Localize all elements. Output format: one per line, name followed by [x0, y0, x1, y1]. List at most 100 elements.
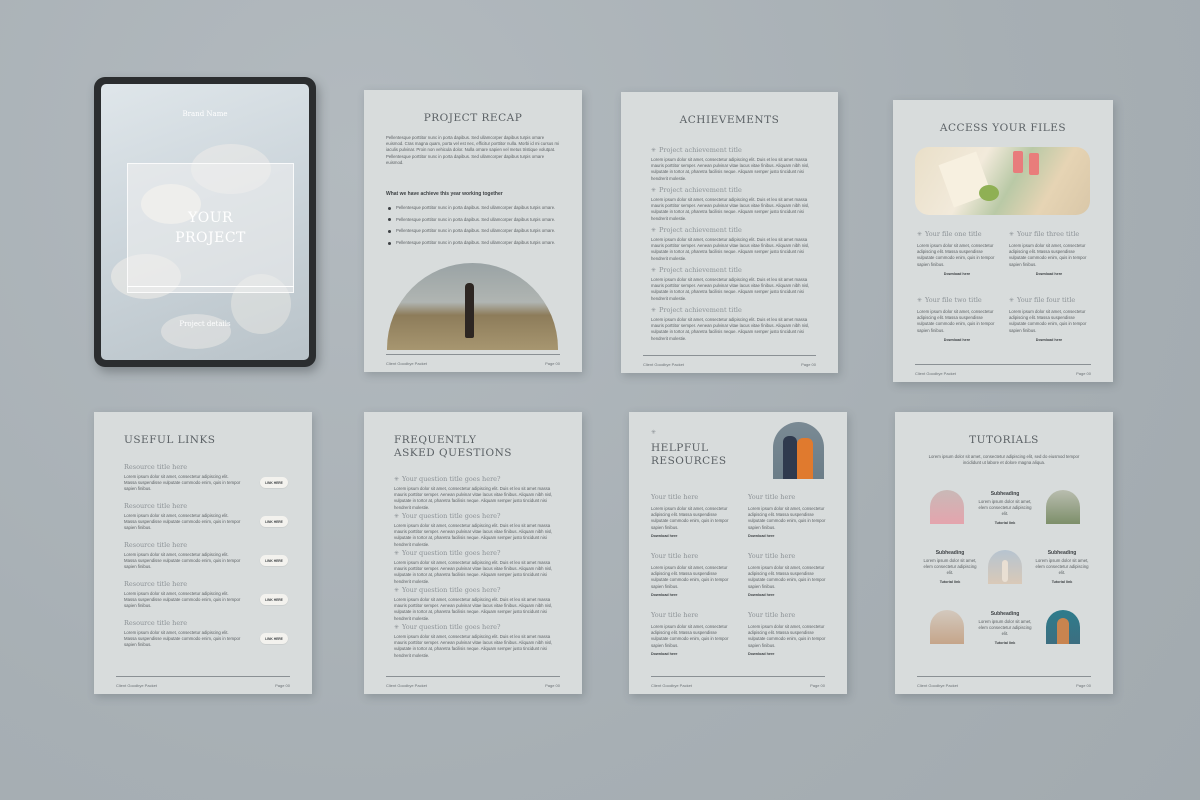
links-list: Resource title here Lorem ipsum dolor sit… [124, 463, 288, 658]
sparkle-icon: ✳ [1009, 297, 1015, 304]
tutorial-card: Subheading Lorem ipsum dolor sit amet, e… [978, 491, 1032, 525]
project-details: Project details [179, 320, 231, 328]
page-helpful-resources: ✳ HELPFUL RESOURCES Your title here Lore… [629, 412, 847, 694]
tutorial-link[interactable]: Tutorial link [923, 580, 977, 584]
hands-photo [930, 610, 964, 644]
plant-photo [1046, 490, 1080, 524]
bullet-icon [388, 241, 391, 245]
sparkle-icon: ✳ [651, 267, 657, 274]
download-link[interactable]: Download here [651, 652, 729, 656]
sparkle-icon: ✳ [651, 187, 657, 194]
page-faq: FREQUENTLY ASKED QUESTIONS ✳ Your questio… [364, 412, 582, 694]
list-item: Resource title here Lorem ipsum dolor sit… [124, 580, 288, 619]
page-title: USEFUL LINKS [124, 434, 216, 446]
sparkle-icon: ✳ [651, 227, 657, 234]
cover-title: YOUR PROJECT [128, 208, 293, 248]
cover-title-line1: YOUR [187, 210, 234, 226]
list-item: Pellentesque porttitor nunc in porta dap… [388, 228, 562, 234]
resource-card: Your title here Lorem ipsum dolor sit am… [748, 493, 826, 538]
page-title: PROJECT RECAP [423, 112, 523, 124]
list-item: Resource title here Lorem ipsum dolor sit… [124, 541, 288, 580]
tutorial-card: Subheading Lorem ipsum dolor sit amet, e… [978, 611, 1032, 645]
page-title: ACCESS YOUR FILES [939, 122, 1067, 134]
page-footer: Client Goodbye Packet Page 00 [386, 676, 560, 688]
link-button[interactable]: LINK HERE [260, 594, 288, 605]
tutorials-intro: Lorem ipsum dolor sit amet, consectetur … [928, 454, 1080, 466]
sparkle-icon: ✳ [651, 307, 657, 314]
couple-photo [773, 422, 824, 479]
tutorial-link[interactable]: Tutorial link [1035, 580, 1089, 584]
page-tutorials: TUTORIALS Lorem ipsum dolor sit amet, co… [895, 412, 1113, 694]
link-button[interactable]: LINK HERE [260, 477, 288, 488]
portrait-photo [1046, 610, 1080, 644]
cover-rule [127, 286, 294, 287]
sparkle-icon: ✳ [1009, 231, 1015, 238]
list-item: Pellentesque porttitor nunc in porta dap… [388, 205, 562, 211]
list-item: ✳ Project achievement title Lorem ipsum d… [651, 266, 810, 301]
cover-page: Brand Name YOUR PROJECT Project details [101, 84, 309, 360]
page-title: FREQUENTLY ASKED QUESTIONS [394, 434, 512, 459]
resource-card: Your title here Lorem ipsum dolor sit am… [651, 493, 729, 538]
page-achievements: ACHIEVEMENTS ✳ Project achievement title … [621, 92, 838, 373]
list-item: Pellentesque porttitor nunc in porta dap… [388, 240, 562, 246]
list-item: ✳ Your question title goes here? Lorem ip… [394, 586, 553, 621]
sparkle-icon: ✳ [394, 550, 400, 557]
sparkle-icon: ✳ [394, 476, 400, 483]
file-card: ✳ Your file two title Lorem ipsum dolor s… [917, 296, 997, 342]
sparkle-icon: ✳ [394, 624, 400, 631]
link-button[interactable]: LINK HERE [260, 633, 288, 644]
list-item: Resource title here Lorem ipsum dolor sit… [124, 502, 288, 541]
file-card: ✳ Your file four title Lorem ipsum dolor … [1009, 296, 1089, 342]
brand-name: Brand Name [182, 110, 228, 118]
list-item: ✳ Your question title goes here? Lorem ip… [394, 475, 553, 510]
download-link[interactable]: Download here [1009, 272, 1089, 276]
bullet-icon [388, 206, 391, 210]
list-item: Pellentesque porttitor nunc in porta dap… [388, 217, 562, 223]
sparkle-icon: ✳ [394, 587, 400, 594]
download-link[interactable]: Download here [651, 534, 729, 538]
list-item: ✳ Project achievement title Lorem ipsum d… [651, 226, 810, 261]
page-footer: Client Goodbye Packet Page 00 [915, 364, 1091, 376]
sparkle-icon: ✳ [917, 231, 923, 238]
download-link[interactable]: Download here [748, 534, 826, 538]
page-footer: Client Goodbye Packet Page 00 [116, 676, 290, 688]
file-card: ✳ Your file one title Lorem ipsum dolor s… [917, 230, 997, 276]
picnic-photo [915, 147, 1090, 215]
cover-title-line2: PROJECT [175, 230, 246, 246]
sparkle-icon: ✳ [917, 297, 923, 304]
recap-subheading: What we have achieve this year working t… [386, 191, 503, 197]
list-item: ✳ Your question title goes here? Lorem ip… [394, 549, 553, 584]
flower-photo [930, 490, 964, 524]
file-card: ✳ Your file three title Lorem ipsum dolor… [1009, 230, 1089, 276]
resource-card: Your title here Lorem ipsum dolor sit am… [748, 611, 826, 656]
beach-photo [387, 263, 558, 350]
tutorial-link[interactable]: Tutorial link [978, 641, 1032, 645]
list-item: ✳ Project achievement title Lorem ipsum d… [651, 146, 810, 181]
bullet-icon [388, 229, 391, 233]
page-access-files: ACCESS YOUR FILES ✳ Your file one title L… [893, 100, 1113, 382]
page-footer: Client Goodbye Packet Page 00 [917, 676, 1091, 688]
resource-card: Your title here Lorem ipsum dolor sit am… [651, 611, 729, 656]
list-item: ✳ Project achievement title Lorem ipsum d… [651, 306, 810, 341]
download-link[interactable]: Download here [1009, 338, 1089, 342]
cover-title-box: YOUR PROJECT [127, 163, 294, 293]
page-project-recap: PROJECT RECAP Pellentesque porttitor nun… [364, 90, 582, 372]
download-link[interactable]: Download here [748, 652, 826, 656]
list-item: Resource title here Lorem ipsum dolor sit… [124, 463, 288, 502]
link-button[interactable]: LINK HERE [260, 516, 288, 527]
bullet-icon [388, 218, 391, 222]
sparkle-icon: ✳ [394, 513, 400, 520]
download-link[interactable]: Download here [651, 593, 729, 597]
link-button[interactable]: LINK HERE [260, 555, 288, 566]
sparkle-icon: ✳ [651, 147, 657, 154]
page-title: HELPFUL RESOURCES [651, 442, 727, 467]
tutorial-link[interactable]: Tutorial link [978, 521, 1032, 525]
page-useful-links: USEFUL LINKS Resource title here Lorem ip… [94, 412, 312, 694]
download-link[interactable]: Download here [748, 593, 826, 597]
download-link[interactable]: Download here [917, 272, 997, 276]
download-link[interactable]: Download here [917, 338, 997, 342]
list-item: ✳ Your question title goes here? Lorem ip… [394, 623, 553, 658]
faq-list: ✳ Your question title goes here? Lorem ip… [394, 475, 558, 660]
page-title: TUTORIALS [969, 434, 1039, 446]
page-footer: Client Goodbye Packet Page 00 [651, 676, 825, 688]
